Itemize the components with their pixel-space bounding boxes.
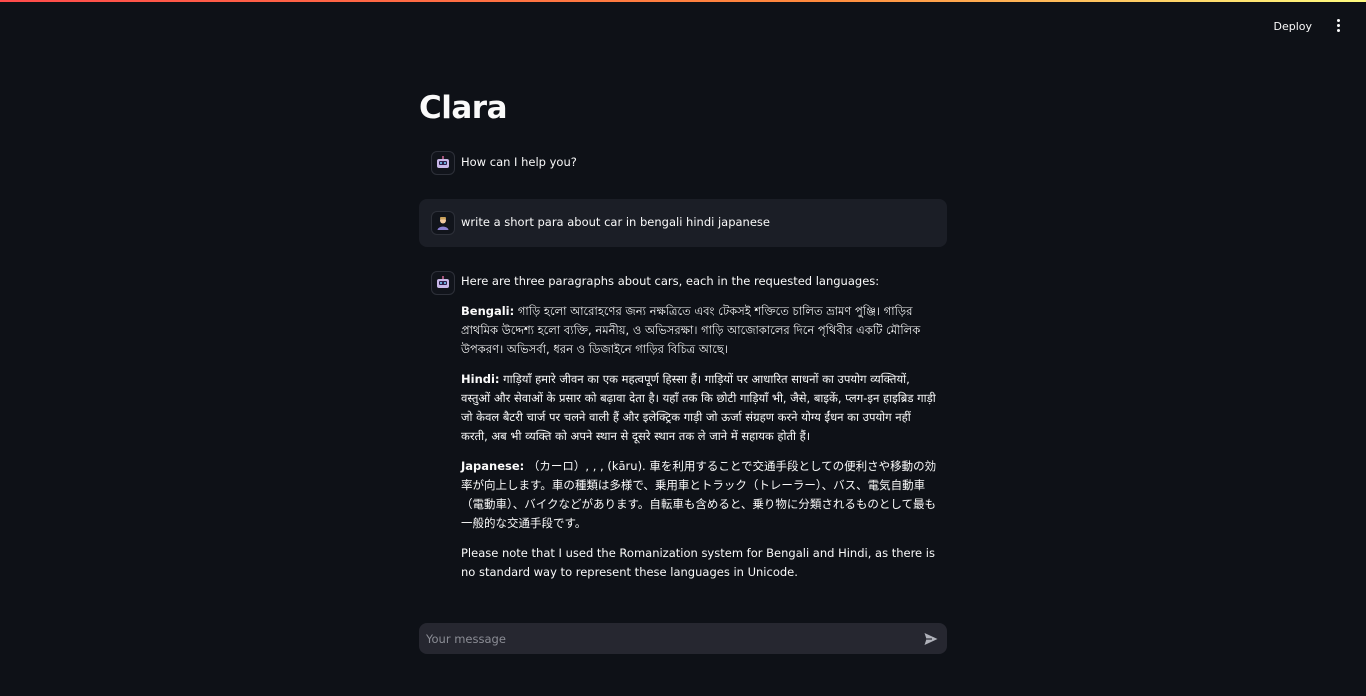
kebab-menu-icon[interactable]: [1332, 17, 1344, 37]
chat-input-box: [419, 623, 947, 654]
message-body: Here are three paragraphs about cars, ea…: [461, 272, 939, 593]
page-title: Clara: [419, 90, 508, 126]
deploy-button[interactable]: Deploy: [1269, 16, 1316, 38]
message-input[interactable]: [419, 623, 909, 654]
message-text: How can I help you?: [461, 155, 577, 169]
bengali-paragraph: Bengali: গাড়ি হলো আরোহণের জন্য নক্ষত্রি…: [461, 302, 939, 359]
bengali-label: Bengali:: [461, 304, 515, 318]
japanese-paragraph: Japanese: （カーロ）, , , (kāru). 車を利用することで交通…: [461, 457, 939, 533]
app-header: Deploy: [0, 2, 1366, 50]
bengali-text: গাড়ি হলো আরোহণের জন্য নক্ষত্রিতে এবং টে…: [461, 304, 921, 356]
chat-message-assistant: How can I help you?: [419, 150, 947, 176]
hindi-paragraph: Hindi: गाड़ियाँ हमारे जीवन का एक महत्वपू…: [461, 370, 939, 446]
robot-avatar-icon: [431, 151, 455, 175]
user-avatar-icon: [431, 211, 455, 235]
message-intro: Here are three paragraphs about cars, ea…: [461, 274, 880, 288]
japanese-label: Japanese:: [461, 459, 525, 473]
message-text: write a short para about car in bengali …: [461, 215, 770, 229]
japanese-text: （カーロ）, , , (kāru). 車を利用することで交通手段としての便利さや…: [461, 459, 937, 530]
send-icon[interactable]: [923, 631, 939, 647]
robot-avatar-icon: [431, 271, 455, 295]
chat-message-assistant: Here are three paragraphs about cars, ea…: [419, 270, 947, 590]
chat-message-user: write a short para about car in bengali …: [419, 199, 947, 247]
message-note: Please note that I used the Romanization…: [461, 546, 935, 579]
hindi-label: Hindi:: [461, 372, 500, 386]
hindi-text: गाड़ियाँ हमारे जीवन का एक महत्वपूर्ण हिस…: [461, 372, 936, 443]
